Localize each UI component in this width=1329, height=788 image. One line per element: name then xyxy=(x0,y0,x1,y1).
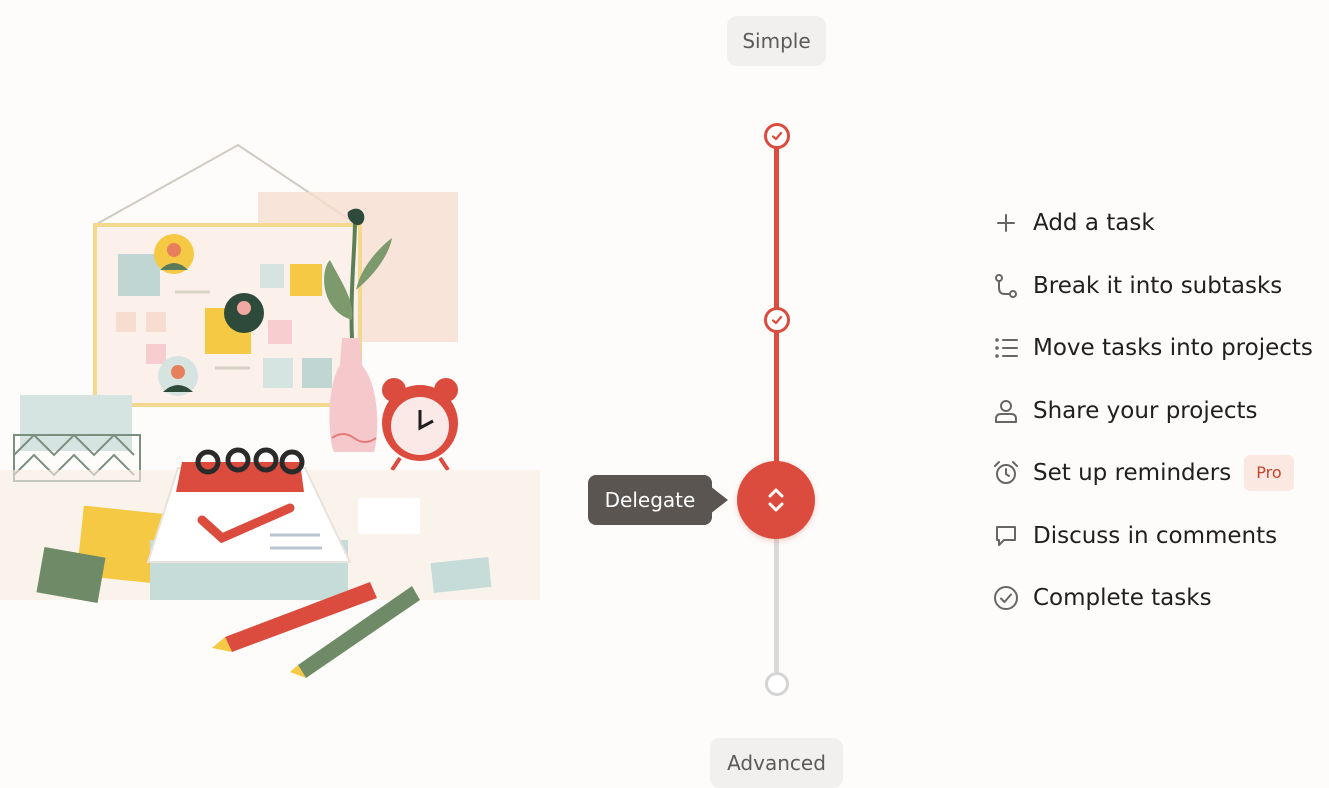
step-node-end[interactable] xyxy=(765,672,789,696)
pro-badge: Pro xyxy=(1244,455,1294,492)
list-icon xyxy=(990,332,1022,364)
slider-tooltip: Delegate xyxy=(588,475,712,525)
feature-item-complete: Complete tasks xyxy=(990,567,1313,630)
feature-label: Move tasks into projects xyxy=(1033,335,1313,362)
advanced-label[interactable]: Advanced xyxy=(710,738,843,788)
plus-icon xyxy=(990,207,1022,239)
feature-item-share: Share your projects xyxy=(990,380,1313,443)
simple-label[interactable]: Simple xyxy=(727,16,826,66)
step-node-completed[interactable] xyxy=(764,123,790,149)
slider-handle[interactable] xyxy=(737,461,815,539)
progress-track-empty xyxy=(774,520,779,672)
feature-list: Add a task Break it into subtasks Move t… xyxy=(990,192,1313,630)
feature-label: Set up reminders xyxy=(1033,460,1232,487)
check-icon xyxy=(771,131,783,141)
feature-item-subtasks: Break it into subtasks xyxy=(990,255,1313,318)
check-circle-icon xyxy=(990,582,1022,614)
feature-item-reminders: Set up reminders Pro xyxy=(990,442,1313,505)
feature-label: Complete tasks xyxy=(1033,585,1212,612)
subtask-icon xyxy=(990,270,1022,302)
desk-illustration xyxy=(0,143,540,678)
feature-item-projects: Move tasks into projects xyxy=(990,317,1313,380)
feature-label: Break it into subtasks xyxy=(1033,272,1283,299)
feature-label: Share your projects xyxy=(1033,397,1258,424)
feature-label: Discuss in comments xyxy=(1033,522,1278,549)
feature-item-comments: Discuss in comments xyxy=(990,505,1313,568)
feature-item-add-task: Add a task xyxy=(990,192,1313,255)
comment-icon xyxy=(990,520,1022,552)
feature-label: Add a task xyxy=(1033,210,1155,237)
tooltip-arrow xyxy=(710,486,728,514)
alarm-icon xyxy=(990,457,1022,489)
check-icon xyxy=(771,315,783,325)
step-node-completed[interactable] xyxy=(764,307,790,333)
chevron-up-down-icon xyxy=(768,488,784,512)
person-icon xyxy=(990,395,1022,427)
